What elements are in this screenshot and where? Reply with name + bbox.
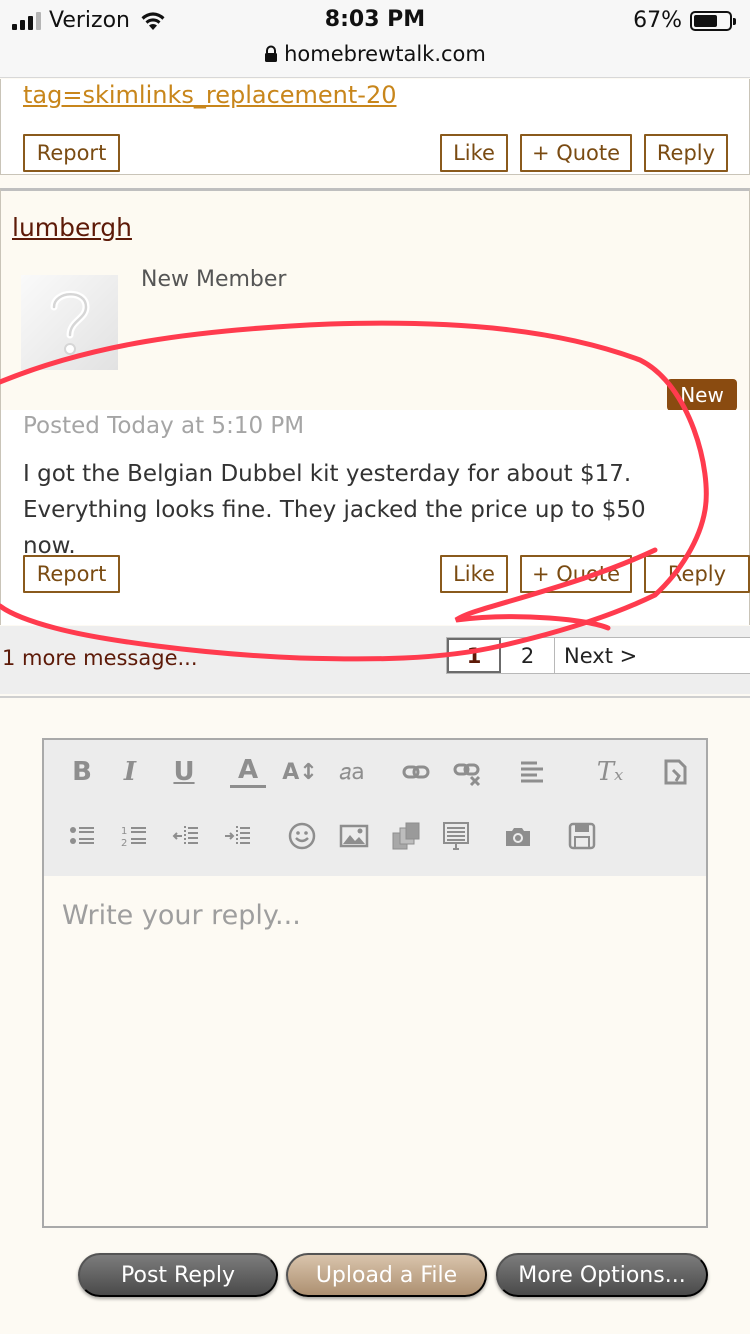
reply-placeholder[interactable]: Write your reply... — [62, 900, 301, 931]
font-color-icon[interactable]: A — [230, 754, 266, 788]
post-reply-button[interactable]: Post Reply — [78, 1253, 278, 1297]
remove-format-icon[interactable]: Tₓ — [592, 754, 628, 790]
like-button[interactable]: Like — [440, 134, 508, 172]
font-size-icon[interactable]: A↕ — [282, 754, 318, 790]
url-bar[interactable]: homebrewtalk.com — [0, 42, 750, 66]
editor-toolbar: B I U A A↕ 𝑎a Tₓ 12 — [44, 740, 706, 876]
message-content: Posted Today at 5:10 PM I got the Belgia… — [1, 410, 750, 625]
pagination-bar: 1 more message... 1 2 Next > — [0, 626, 750, 694]
toggle-bbcode-icon[interactable] — [656, 754, 692, 790]
report-button[interactable]: Report — [23, 555, 120, 593]
battery-indicator: 67% — [633, 8, 736, 33]
user-title: New Member — [141, 267, 287, 292]
message: lumbergh New Member New Posted Today at … — [0, 188, 750, 625]
report-button[interactable]: Report — [23, 134, 120, 172]
smilie-icon[interactable] — [284, 818, 320, 854]
image-icon[interactable] — [336, 818, 372, 854]
numbered-list-icon[interactable]: 12 — [116, 818, 152, 854]
battery-icon — [690, 10, 736, 31]
page-1-link[interactable]: 1 — [447, 638, 501, 673]
bullet-list-icon[interactable] — [64, 818, 100, 854]
font-family-icon[interactable]: 𝑎a — [334, 754, 370, 790]
avatar[interactable] — [21, 275, 118, 370]
save-draft-icon[interactable] — [564, 818, 600, 854]
more-messages-link[interactable]: 1 more message... — [2, 646, 198, 670]
link-icon[interactable] — [398, 754, 434, 790]
quote-button[interactable]: + Quote — [520, 134, 632, 172]
unlink-icon[interactable] — [450, 754, 486, 790]
new-badge: New — [667, 379, 737, 411]
status-bar: Verizon 8:03 PM 67% homebrewtalk.com — [0, 0, 750, 78]
battery-percent: 67% — [633, 8, 682, 33]
more-options-button[interactable]: More Options... — [496, 1253, 708, 1297]
default-avatar-icon — [50, 290, 90, 355]
affiliate-link[interactable]: tag=skimlinks_replacement-20 — [23, 81, 397, 109]
bold-icon[interactable]: B — [64, 754, 100, 790]
page-2-link[interactable]: 2 — [501, 638, 555, 673]
insert-quote-icon[interactable] — [438, 818, 474, 854]
like-button[interactable]: Like — [440, 555, 508, 593]
reply-button[interactable]: Reply — [644, 555, 750, 593]
media-icon[interactable] — [388, 818, 424, 854]
quick-reply: B I U A A↕ 𝑎a Tₓ 12 Write your reply... — [0, 696, 750, 1334]
quote-button[interactable]: + Quote — [520, 555, 632, 593]
upload-file-button[interactable]: Upload a File — [286, 1253, 487, 1297]
post-date[interactable]: Posted Today at 5:10 PM — [23, 413, 304, 439]
indent-icon[interactable] — [220, 818, 256, 854]
camera-icon[interactable] — [500, 818, 536, 854]
svg-text:2: 2 — [121, 838, 127, 849]
url-text: homebrewtalk.com — [284, 42, 486, 66]
previous-message: tag=skimlinks_replacement-20 Report Like… — [0, 79, 750, 175]
underline-icon[interactable]: U — [166, 754, 202, 790]
lock-icon — [265, 45, 278, 62]
reply-button[interactable]: Reply — [644, 134, 728, 172]
next-page-link[interactable]: Next > — [555, 638, 750, 673]
svg-text:1: 1 — [121, 826, 127, 837]
align-icon[interactable] — [514, 754, 550, 790]
message-text: I got the Belgian Dubbel kit yesterday f… — [23, 461, 646, 559]
outdent-icon[interactable] — [168, 818, 204, 854]
italic-icon[interactable]: I — [112, 754, 148, 790]
page-nav: 1 2 Next > — [446, 637, 750, 674]
username-link[interactable]: lumbergh — [12, 213, 132, 242]
reply-editor[interactable]: B I U A A↕ 𝑎a Tₓ 12 Write your reply... — [42, 738, 708, 1228]
